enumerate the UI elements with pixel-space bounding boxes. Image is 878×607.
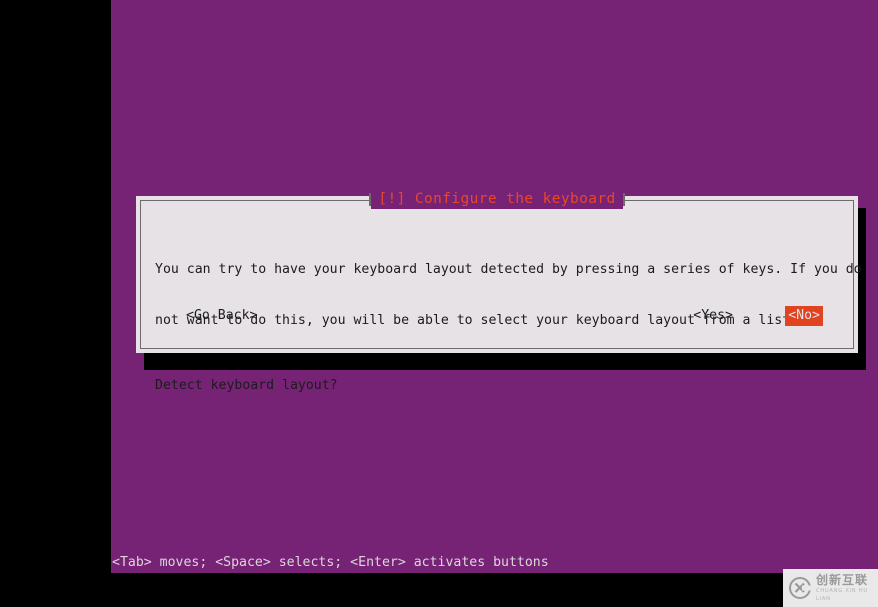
- watermark-pinyin: CHUANG XIN HU LIAN: [816, 587, 868, 602]
- question-text: Detect keyboard layout?: [155, 378, 338, 393]
- description-line-1: You can try to have your keyboard layout…: [155, 262, 862, 277]
- no-button[interactable]: <No>: [785, 306, 823, 326]
- installer-screen: [!] Configure the keyboard You can try t…: [0, 0, 878, 607]
- dialog-inner-frame: [!] Configure the keyboard You can try t…: [140, 189, 862, 393]
- yes-button[interactable]: <Yes>: [693, 306, 733, 326]
- dialog-body: You can try to have your keyboard layout…: [141, 201, 862, 393]
- configure-keyboard-dialog: [!] Configure the keyboard You can try t…: [136, 189, 862, 393]
- watermark-text: 创新互联 CHUANG XIN HU LIAN: [816, 572, 878, 603]
- go-back-button[interactable]: <Go Back>: [186, 306, 257, 326]
- watermark: 创新互联 CHUANG XIN HU LIAN: [783, 569, 878, 607]
- cx-logo-icon: [788, 576, 812, 600]
- keyboard-hints-status-bar: <Tab> moves; <Space> selects; <Enter> ac…: [112, 555, 549, 570]
- dialog-button-row: <Go Back> <Yes> <No>: [155, 306, 839, 326]
- watermark-chinese: 创新互联: [816, 572, 869, 587]
